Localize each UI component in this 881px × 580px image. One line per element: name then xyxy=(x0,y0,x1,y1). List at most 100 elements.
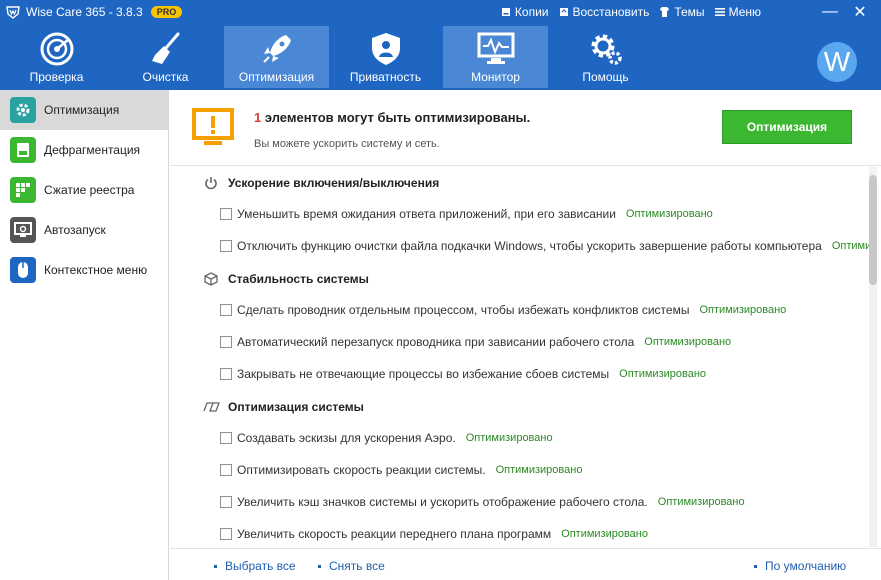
app-logo-icon xyxy=(6,5,20,19)
app-title: Wise Care 365 - 3.8.3 xyxy=(26,5,143,19)
restore-icon xyxy=(559,8,568,16)
title-menu-label: Восстановить xyxy=(572,5,650,19)
sidebar-item-label: Автозапуск xyxy=(44,223,106,237)
list-item[interactable]: Закрывать не отвечающие процессы во избе… xyxy=(220,367,706,381)
tab-clean[interactable]: Очистка xyxy=(113,26,218,88)
select-all-label: Выбрать все xyxy=(225,559,296,573)
item-checkbox[interactable] xyxy=(220,304,232,316)
title-menu-backups[interactable]: Копии xyxy=(501,5,549,19)
sidebar-item-defrag[interactable]: Дефрагментация xyxy=(0,130,168,170)
broom-icon xyxy=(113,30,218,68)
tab-label: Приватность xyxy=(349,70,422,84)
monitor-icon xyxy=(443,30,548,68)
deselect-all-link[interactable]: Снять все xyxy=(318,559,385,573)
item-status: Оптимизиро... xyxy=(831,240,870,252)
footer-actions: Выбрать все Снять все По умолчанию xyxy=(170,548,881,580)
summary-header: 1 элементов могут быть оптимизированы. В… xyxy=(170,90,881,166)
bullet-icon xyxy=(214,564,217,568)
item-checkbox[interactable] xyxy=(220,496,232,508)
tab-check[interactable]: Проверка xyxy=(4,26,109,88)
item-label: Увеличить скорость реакции переднего пла… xyxy=(237,527,552,541)
tab-label: Монитор xyxy=(471,70,520,84)
item-status: Оптимизировано xyxy=(657,496,745,508)
list-item[interactable]: Уменьшить время ожидания ответа приложен… xyxy=(220,207,713,221)
3d-icon xyxy=(202,399,220,415)
section-title: Стабильность системы xyxy=(228,272,369,286)
power-icon xyxy=(202,175,220,191)
title-menu-restore[interactable]: Восстановить xyxy=(559,5,650,19)
title-menu-label: Меню xyxy=(728,5,761,19)
tab-help[interactable]: Помощь xyxy=(553,26,658,88)
item-status: Оптимизировано xyxy=(619,368,707,380)
list-item[interactable]: Отключить функцию очистки файла подкачки… xyxy=(220,239,870,253)
tab-monitor[interactable]: Монитор xyxy=(443,26,548,88)
summary-title-text: элементов могут быть оптимизированы. xyxy=(261,110,531,125)
title-menu-themes[interactable]: Темы xyxy=(659,5,705,19)
registry-icon xyxy=(10,177,36,203)
item-label: Оптимизировать скорость реакции системы. xyxy=(237,463,486,477)
item-label: Уменьшить время ожидания ответа приложен… xyxy=(237,207,616,221)
item-checkbox[interactable] xyxy=(220,368,232,380)
title-bar: Wise Care 365 - 3.8.3 PRO Копии Восстано… xyxy=(0,0,881,24)
bullet-icon xyxy=(318,564,321,568)
list-item[interactable]: Сделать проводник отдельным процессом, ч… xyxy=(220,303,786,317)
sidebar-item-label: Оптимизация xyxy=(44,103,120,117)
list-item[interactable]: Увеличить кэш значков системы и ускорить… xyxy=(220,495,745,509)
item-checkbox[interactable] xyxy=(220,208,232,220)
item-checkbox[interactable] xyxy=(220,336,232,348)
mouse-icon xyxy=(10,257,36,283)
bullet-icon xyxy=(754,564,757,568)
item-checkbox[interactable] xyxy=(220,432,232,444)
item-status: Оптимизировано xyxy=(699,304,787,316)
main-toolbar: Проверка Очистка Оптимизация Приватность… xyxy=(0,24,881,90)
item-label: Отключить функцию очистки файла подкачки… xyxy=(237,239,822,253)
optimize-gear-icon xyxy=(10,97,36,123)
optimize-button[interactable]: Оптимизация xyxy=(722,110,852,144)
sidebar-item-context-menu[interactable]: Контекстное меню xyxy=(0,250,168,290)
tab-privacy[interactable]: Приватность xyxy=(333,26,438,88)
item-label: Создавать эскизы для ускорения Аэро. xyxy=(237,431,456,445)
item-checkbox[interactable] xyxy=(220,240,232,252)
list-scrollbar[interactable] xyxy=(869,167,877,547)
tab-label: Проверка xyxy=(29,70,84,84)
main-panel: 1 элементов могут быть оптимизированы. В… xyxy=(170,90,881,580)
avatar[interactable]: W xyxy=(817,42,857,82)
section-title: Ускорение включения/выключения xyxy=(228,176,440,190)
minimize-button[interactable]: — xyxy=(815,0,845,24)
title-menu-menu[interactable]: Меню xyxy=(714,5,761,19)
summary-title: 1 элементов могут быть оптимизированы. xyxy=(254,110,530,125)
item-status: Оптимизировано xyxy=(644,336,732,348)
rocket-icon xyxy=(224,30,329,68)
sidebar-item-optimize[interactable]: Оптимизация xyxy=(0,90,168,130)
scrollbar-thumb[interactable] xyxy=(869,175,877,285)
item-status: Оптимизировано xyxy=(625,208,713,220)
radar-icon xyxy=(4,30,109,68)
section-startup-shutdown: Ускорение включения/выключения xyxy=(202,175,439,191)
gear-icon xyxy=(553,30,658,68)
tab-label: Помощь xyxy=(582,70,629,84)
item-label: Закрывать не отвечающие процессы во избе… xyxy=(237,367,610,381)
tab-optimize[interactable]: Оптимизация xyxy=(224,26,329,88)
item-checkbox[interactable] xyxy=(220,464,232,476)
list-item[interactable]: Создавать эскизы для ускорения Аэро. Опт… xyxy=(220,431,553,445)
cube-icon xyxy=(202,271,220,287)
sidebar-item-label: Контекстное меню xyxy=(44,263,148,277)
list-item[interactable]: Увеличить скорость реакции переднего пла… xyxy=(220,527,648,541)
default-label: По умолчанию xyxy=(765,559,847,573)
item-label: Увеличить кэш значков системы и ускорить… xyxy=(237,495,648,509)
default-link[interactable]: По умолчанию xyxy=(754,559,846,573)
list-item[interactable]: Автоматический перезапуск проводника при… xyxy=(220,335,731,349)
sidebar-item-registry[interactable]: Сжатие реестра xyxy=(0,170,168,210)
select-all-link[interactable]: Выбрать все xyxy=(214,559,296,573)
item-checkbox[interactable] xyxy=(220,528,232,540)
sidebar-item-startup[interactable]: Автозапуск xyxy=(0,210,168,250)
item-label: Автоматический перезапуск проводника при… xyxy=(237,335,635,349)
summary-subtitle: Вы можете ускорить систему и сеть. xyxy=(254,138,440,150)
sidebar: Оптимизация Дефрагментация Сжатие реестр… xyxy=(0,90,169,580)
list-item[interactable]: Оптимизировать скорость реакции системы.… xyxy=(220,463,582,477)
section-stability: Стабильность системы xyxy=(202,271,369,287)
title-menu-label: Темы xyxy=(674,5,705,19)
close-button[interactable]: ✕ xyxy=(845,0,875,24)
pro-badge: PRO xyxy=(150,6,183,18)
sidebar-item-label: Сжатие реестра xyxy=(44,183,135,197)
